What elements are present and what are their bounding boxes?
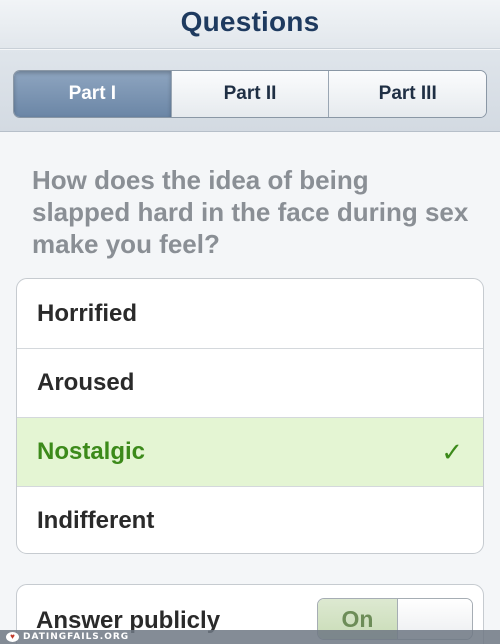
answer-options-list: Horrified Aroused Nostalgic ✓ Indifferen…	[16, 278, 484, 554]
option-indifferent[interactable]: Indifferent	[17, 486, 483, 553]
checkmark-icon: ✓	[441, 436, 463, 467]
question-text: How does the idea of being slapped hard …	[32, 165, 469, 259]
option-label: Indifferent	[37, 507, 155, 534]
part-segmented-control: Part I Part II Part III	[13, 70, 487, 118]
tab-part-2[interactable]: Part II	[170, 71, 329, 117]
option-aroused[interactable]: Aroused	[17, 348, 483, 417]
option-label: Horrified	[37, 299, 138, 327]
watermark-text: DATINGFAILS.ORG	[23, 632, 130, 642]
option-label: Nostalgic	[37, 438, 146, 465]
heart-badge-icon: ♥	[6, 632, 19, 642]
option-nostalgic[interactable]: Nostalgic ✓	[17, 417, 483, 486]
watermark-bar: ♥ DATINGFAILS.ORG	[0, 630, 500, 644]
option-horrified[interactable]: Horrified	[17, 279, 483, 348]
segment-bar: Part I Part II Part III	[0, 50, 500, 132]
tab-part-1[interactable]: Part I	[14, 71, 171, 117]
page-title: Questions	[180, 6, 320, 37]
nav-bar: Questions	[0, 0, 500, 49]
option-label: Aroused	[37, 369, 135, 396]
tab-part-3[interactable]: Part III	[328, 71, 486, 117]
